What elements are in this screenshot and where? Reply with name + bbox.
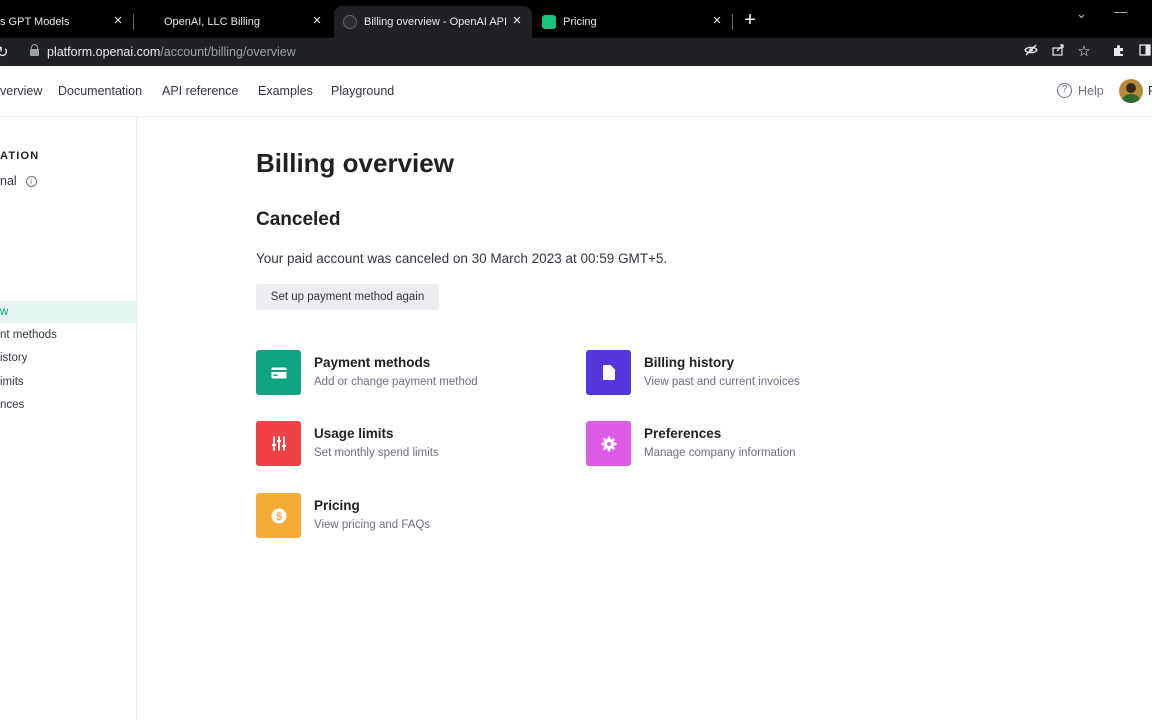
- gear-icon: [586, 421, 631, 466]
- avatar[interactable]: [1119, 79, 1143, 103]
- browser-tab-bar: s GPT Models × OpenAI, LLC Billing × Bil…: [0, 0, 1152, 38]
- info-icon[interactable]: i: [25, 175, 37, 187]
- card-chip: [273, 374, 277, 376]
- dollar-sign: $: [275, 511, 281, 523]
- help-button[interactable]: ? Help: [1057, 83, 1104, 98]
- sidebar-item-billing-history[interactable]: istory: [0, 347, 136, 369]
- close-icon[interactable]: ×: [510, 13, 524, 28]
- tab-search-chevron-icon[interactable]: ⌄: [1076, 6, 1087, 22]
- tab-pricing[interactable]: Pricing ×: [534, 6, 732, 38]
- tab-separator: [732, 14, 733, 30]
- extensions-puzzle-icon[interactable]: [1110, 44, 1126, 60]
- url-host: platform.openai.com: [47, 45, 161, 59]
- nav-link-api-reference[interactable]: API reference: [162, 84, 238, 98]
- sliders-icon: [256, 421, 301, 466]
- card-title: Billing history: [644, 355, 735, 370]
- credit-card-icon: [256, 350, 301, 395]
- tab-openai-billing[interactable]: OpenAI, LLC Billing ×: [134, 6, 332, 38]
- card-billing-history[interactable]: Billing history View past and current in…: [586, 350, 886, 396]
- organization-heading: ATION: [0, 150, 40, 162]
- card-title: Preferences: [644, 426, 722, 441]
- card-title: Payment methods: [314, 355, 431, 370]
- card-payment-methods[interactable]: Payment methods Add or change payment me…: [256, 350, 556, 396]
- organization-name-label: nal: [0, 174, 17, 188]
- organization-name[interactable]: nal i: [0, 174, 37, 188]
- card-subtitle: Set monthly spend limits: [314, 447, 439, 459]
- tab-label: s GPT Models: [0, 16, 70, 28]
- card-subtitle: Manage company information: [644, 447, 796, 459]
- tab-label: Pricing: [563, 16, 597, 28]
- sidebar-item-preferences[interactable]: nces: [0, 394, 136, 416]
- card-title: Pricing: [314, 498, 360, 513]
- nav-link-documentation[interactable]: Documentation: [58, 84, 142, 98]
- reload-icon[interactable]: ↻: [0, 43, 9, 61]
- sidebar-item-usage-limits[interactable]: imits: [0, 371, 136, 393]
- card-usage-limits[interactable]: Usage limits Set monthly spend limits: [256, 421, 556, 467]
- setup-payment-method-button[interactable]: Set up payment method again: [256, 284, 439, 310]
- url-path: /account/billing/overview: [160, 45, 296, 59]
- help-label: Help: [1078, 83, 1104, 98]
- eye-off-icon[interactable]: [1023, 44, 1039, 59]
- card-subtitle: Add or change payment method: [314, 376, 478, 388]
- page-title: Billing overview: [256, 148, 454, 178]
- card-stripe: [271, 369, 286, 372]
- nav-link-playground[interactable]: Playground: [331, 84, 394, 98]
- account-status-heading: Canceled: [256, 209, 341, 230]
- url-bar[interactable]: platform.openai.com/account/billing/over…: [20, 40, 1100, 64]
- tab-billing-overview[interactable]: Billing overview - OpenAI API ×: [334, 6, 532, 38]
- nav-link-examples[interactable]: Examples: [258, 84, 313, 98]
- gear-hole: [606, 441, 611, 446]
- sidebar-item-payment-methods[interactable]: nt methods: [0, 324, 136, 346]
- chatgpt-favicon-icon: [542, 15, 556, 29]
- card-title: Usage limits: [314, 426, 394, 441]
- tab-label: Billing overview - OpenAI API: [364, 16, 508, 28]
- card-pricing[interactable]: $ Pricing View pricing and FAQs: [256, 493, 556, 539]
- bookmark-star-icon[interactable]: ☆: [1076, 42, 1092, 60]
- card-preferences[interactable]: Preferences Manage company information: [586, 421, 886, 467]
- account-name-label: F: [1148, 84, 1152, 98]
- nav-link-overview[interactable]: verview: [0, 84, 42, 98]
- top-navigation: verview Documentation API reference Exam…: [0, 66, 1152, 117]
- card-subtitle: View pricing and FAQs: [314, 519, 431, 531]
- tab-label: OpenAI, LLC Billing: [164, 16, 260, 28]
- new-tab-icon[interactable]: +: [740, 10, 760, 30]
- card-subtitle: View past and current invoices: [644, 376, 800, 388]
- close-icon[interactable]: ×: [310, 13, 324, 28]
- close-icon[interactable]: ×: [111, 13, 125, 28]
- account-status-text: Your paid account was canceled on 30 Mar…: [256, 251, 668, 266]
- side-panel-icon[interactable]: [1137, 44, 1152, 59]
- sidebar: ATION nal i w nt methods istory imits nc…: [0, 117, 137, 720]
- minimize-icon[interactable]: —: [1114, 4, 1127, 19]
- sidebar-item-overview[interactable]: w: [0, 301, 136, 323]
- lock-icon: [30, 44, 39, 57]
- dollar-icon: $: [256, 493, 301, 538]
- openai-favicon-icon: [343, 15, 357, 29]
- help-icon: ?: [1057, 83, 1072, 98]
- address-bar-row: ↻ platform.openai.com/account/billing/ov…: [0, 38, 1152, 66]
- document-icon: [586, 350, 631, 395]
- tab-gpt-models[interactable]: s GPT Models ×: [0, 6, 133, 38]
- share-icon[interactable]: [1050, 44, 1066, 59]
- close-icon[interactable]: ×: [710, 13, 724, 28]
